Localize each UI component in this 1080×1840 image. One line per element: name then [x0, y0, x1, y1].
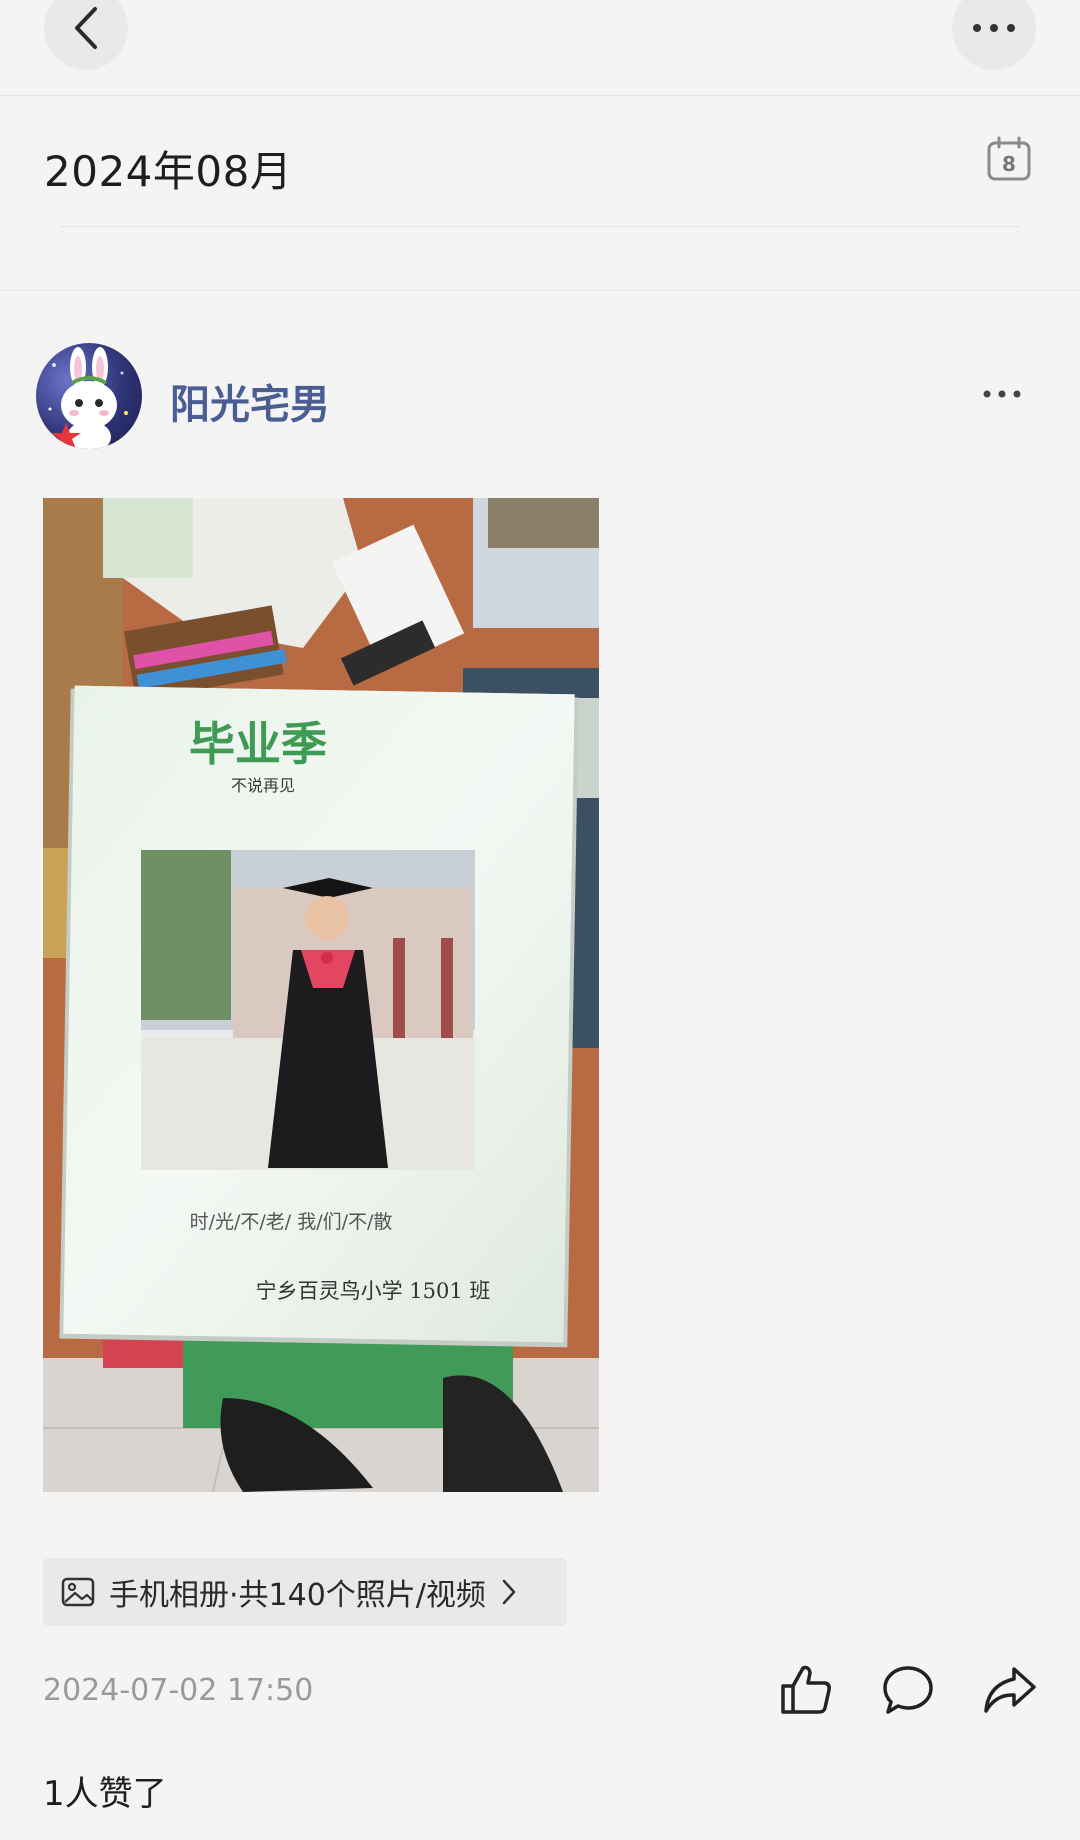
month-title: 2024年08月: [44, 147, 293, 196]
like-button[interactable]: [778, 1662, 834, 1718]
calendar-button[interactable]: 8: [986, 136, 1032, 186]
post-more-button[interactable]: [982, 384, 1022, 403]
album-label: 手机相册·共140个照片/视频: [109, 1578, 486, 1613]
book-school: 宁乡百灵鸟小学 1501 班: [256, 1279, 491, 1303]
book-slogan: 时/光/不/老/ 我/们/不/散: [190, 1211, 393, 1233]
divider: [60, 226, 1020, 227]
likes-summary: 1人赞了: [43, 1774, 167, 1814]
more-options-button[interactable]: [952, 0, 1036, 70]
chevron-right-icon: [502, 1579, 516, 1605]
thumbs-up-icon: [781, 1665, 831, 1714]
album-link[interactable]: 手机相册·共140个照片/视频: [43, 1558, 567, 1626]
share-arrow-icon: [984, 1667, 1036, 1713]
ellipsis-icon: [983, 390, 1021, 398]
book-title: 毕业季: [189, 717, 327, 771]
back-button[interactable]: [44, 0, 128, 70]
share-button[interactable]: [982, 1662, 1038, 1718]
book-subtitle: 不说再见: [231, 776, 295, 795]
post-timestamp: 2024-07-02 17:50: [43, 1673, 314, 1708]
bunny-avatar-icon: [48, 347, 128, 449]
chevron-left-icon: [75, 7, 97, 49]
post-photo[interactable]: 毕业季 不说再见 时/光/不/老/ 我/们/不/散 宁乡百灵鸟小学 1501 班: [43, 498, 599, 1492]
calendar-icon: 8: [987, 136, 1031, 181]
comment-icon: [883, 1666, 933, 1714]
ellipsis-icon: [973, 24, 1015, 32]
top-bar: [0, 0, 1080, 96]
comment-button[interactable]: [880, 1662, 936, 1718]
author-name[interactable]: 阳光宅男: [170, 372, 330, 430]
section-divider: [0, 290, 1080, 291]
post-actions: [778, 1662, 1038, 1718]
month-header: 2024年08月 8: [0, 96, 1080, 228]
image-icon: [61, 1577, 95, 1607]
graduation-album-photo: 毕业季 不说再见 时/光/不/老/ 我/们/不/散 宁乡百灵鸟小学 1501 班: [43, 498, 599, 1492]
moment-detail-page: 2024年08月 8 阳光宅男 毕业季 不说再见 时/光/不/老/ 我/们/不/…: [0, 0, 1080, 1840]
avatar[interactable]: [36, 343, 142, 449]
calendar-day: 8: [1002, 152, 1016, 176]
